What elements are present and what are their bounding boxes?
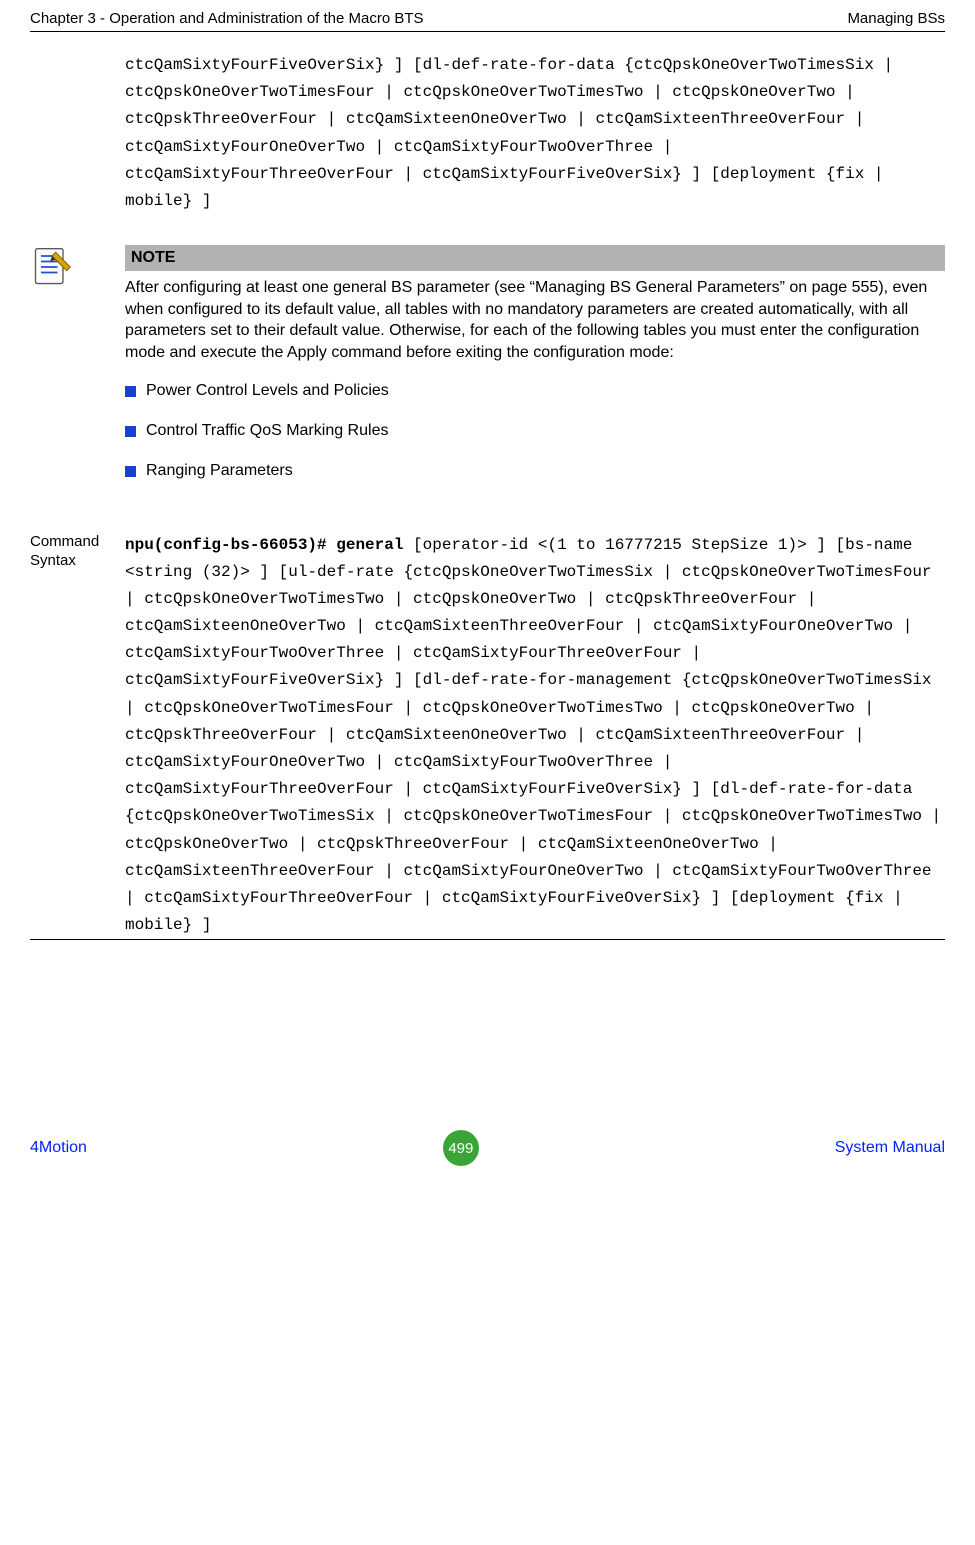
header-rule bbox=[30, 31, 945, 32]
page-footer: 4Motion 499 System Manual bbox=[0, 1120, 975, 1181]
bullet-text: Power Control Levels and Policies bbox=[146, 382, 389, 400]
header-chapter: Chapter 3 - Operation and Administration… bbox=[30, 10, 424, 27]
list-item: Control Traffic QoS Marking Rules bbox=[125, 422, 945, 440]
bullet-text: Ranging Parameters bbox=[146, 462, 293, 480]
note-bullet-list: Power Control Levels and Policies Contro… bbox=[125, 382, 945, 480]
bullet-icon bbox=[125, 386, 136, 397]
footer-left: 4Motion bbox=[30, 1139, 87, 1157]
bullet-icon bbox=[125, 426, 136, 437]
bullet-text: Control Traffic QoS Marking Rules bbox=[146, 422, 388, 440]
command-rest: [operator-id <(1 to 16777215 StepSize 1)… bbox=[125, 536, 951, 935]
list-item: Ranging Parameters bbox=[125, 462, 945, 480]
page-header: Chapter 3 - Operation and Administration… bbox=[0, 0, 975, 31]
top-code-row: ctcQamSixtyFourFiveOverSix} ] [dl-def-ra… bbox=[30, 52, 945, 215]
note-icon bbox=[30, 245, 70, 285]
list-item: Power Control Levels and Policies bbox=[125, 382, 945, 400]
bullet-icon bbox=[125, 466, 136, 477]
note-body-text: After configuring at least one general B… bbox=[125, 277, 945, 363]
note-title: NOTE bbox=[125, 245, 945, 271]
command-bold-prefix: npu(config-bs-66053)# general bbox=[125, 536, 403, 554]
command-syntax-row: Command Syntax npu(config-bs-66053)# gen… bbox=[30, 532, 945, 940]
footer-right: System Manual bbox=[835, 1139, 945, 1157]
note-box: NOTE After configuring at least one gene… bbox=[30, 245, 945, 501]
footer-rule bbox=[30, 939, 945, 940]
header-section: Managing BSs bbox=[847, 10, 945, 27]
top-code-block: ctcQamSixtyFourFiveOverSix} ] [dl-def-ra… bbox=[125, 52, 945, 215]
command-syntax-code: npu(config-bs-66053)# general [operator-… bbox=[125, 532, 945, 940]
page-number: 499 bbox=[443, 1130, 479, 1166]
command-syntax-label: Command Syntax bbox=[30, 532, 125, 571]
